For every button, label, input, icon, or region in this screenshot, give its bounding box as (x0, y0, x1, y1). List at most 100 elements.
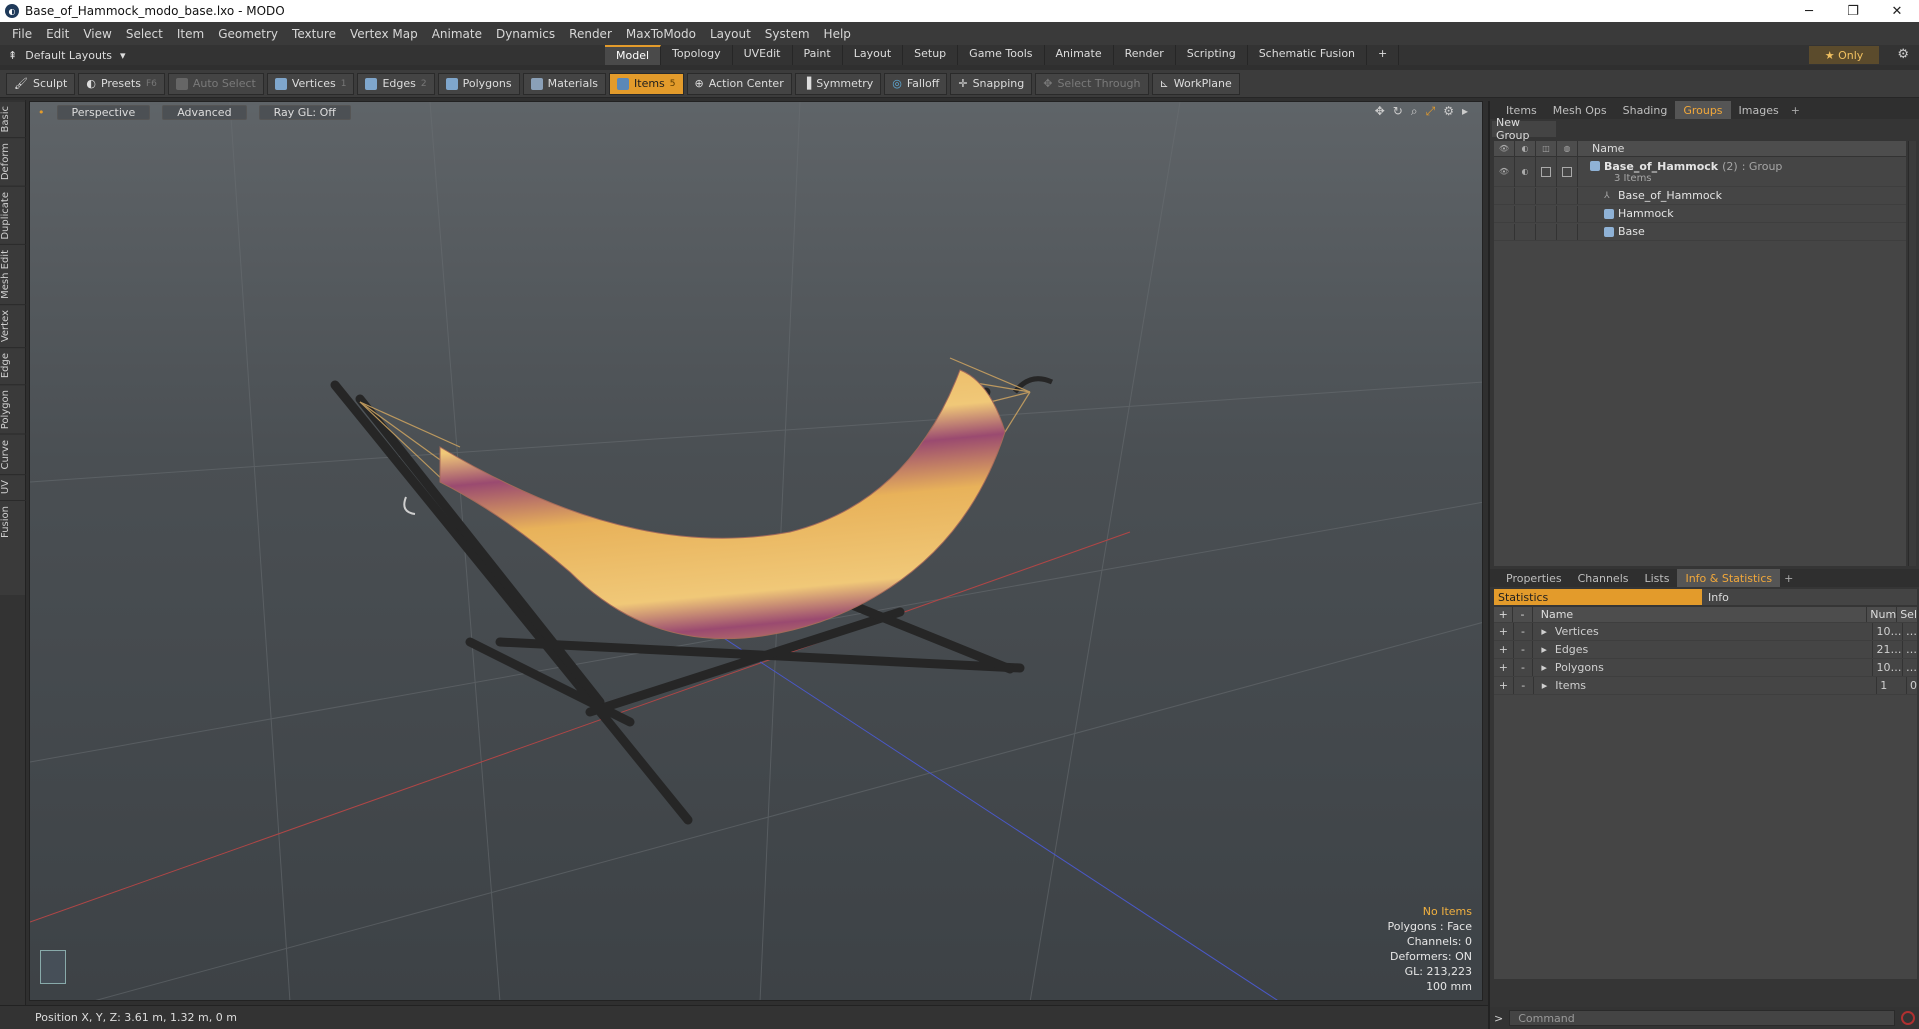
expand-arrow-icon[interactable]: ▸ (1542, 679, 1548, 692)
group-child-row[interactable]: Hammock (1494, 205, 1906, 223)
auto-select-button[interactable]: Auto Select (167, 72, 264, 95)
tab-setup[interactable]: Setup (903, 45, 959, 65)
tab-uv[interactable]: UV (0, 474, 26, 500)
plus-icon[interactable]: + (1494, 677, 1514, 694)
3d-viewport[interactable]: • Perspective Advanced Ray GL: Off ✥ ↻ ⌕… (29, 101, 1483, 1001)
select-column-icon[interactable]: ◍ (1557, 140, 1578, 157)
add-panel-tab-icon[interactable]: + (1787, 104, 1804, 117)
plus-icon[interactable]: + (1494, 623, 1514, 640)
tab-mesh-edit[interactable]: Mesh Edit (0, 244, 26, 305)
stop-icon[interactable] (1901, 1011, 1916, 1025)
render-column-icon[interactable]: ◐ (1515, 140, 1536, 157)
pan-icon[interactable]: ✥ (1375, 104, 1385, 119)
groups-scrollbar[interactable] (1908, 141, 1916, 566)
minus-icon[interactable]: - (1514, 659, 1534, 676)
table-row[interactable]: + - ▸ Vertices 10… … (1494, 623, 1917, 641)
tab-animate[interactable]: Animate (1045, 45, 1114, 65)
tab-fusion[interactable]: Fusion (0, 499, 26, 543)
eye-icon[interactable]: 👁 (1494, 156, 1515, 187)
tab-duplicate[interactable]: Duplicate (0, 185, 26, 245)
menu-view[interactable]: View (83, 27, 111, 41)
expand-arrow-icon[interactable]: ▸ (1541, 625, 1547, 638)
table-row[interactable]: + - ▸ Polygons 10… … (1494, 659, 1917, 677)
perspective-button[interactable]: Perspective (56, 104, 151, 120)
menu-layout[interactable]: Layout (710, 27, 751, 41)
fit-icon[interactable]: ⤢ (1426, 104, 1436, 119)
snapping-button[interactable]: ✛ Snapping (950, 72, 1033, 95)
tab-groups[interactable]: Groups (1675, 101, 1731, 119)
new-group-button[interactable]: New Group (1492, 116, 1556, 142)
zoom-icon[interactable]: ⌕ (1411, 104, 1418, 119)
menu-file[interactable]: File (12, 27, 32, 41)
menu-dynamics[interactable]: Dynamics (496, 27, 555, 41)
tab-images[interactable]: Images (1731, 101, 1787, 119)
lock-toggle-icon[interactable] (1536, 156, 1557, 187)
action-center-button[interactable]: ⊕ Action Center (686, 72, 792, 95)
only-button[interactable]: ★ Only (1809, 46, 1879, 64)
menu-maxtomodo[interactable]: MaxToModo (626, 27, 696, 41)
edges-button[interactable]: Edges 2 (357, 72, 435, 95)
lock-column-icon[interactable]: ◫ (1536, 140, 1557, 157)
layout-selector[interactable]: ⇞ Default Layouts ▾ (8, 49, 128, 62)
viewport-gear-icon[interactable]: ⚙ (1443, 104, 1454, 119)
visibility-column-icon[interactable]: 👁 (1494, 140, 1515, 157)
maximize-button[interactable]: ❐ (1831, 4, 1875, 19)
advanced-button[interactable]: Advanced (162, 104, 247, 120)
tab-layout[interactable]: Layout (843, 45, 904, 65)
sculpt-button[interactable]: 🖌 Sculpt (6, 72, 76, 95)
menu-render[interactable]: Render (569, 27, 612, 41)
minimize-button[interactable]: ─ (1787, 4, 1831, 19)
menu-edit[interactable]: Edit (46, 27, 69, 41)
presets-button[interactable]: ◐ Presets F6 (78, 72, 165, 95)
menu-animate[interactable]: Animate (432, 27, 482, 41)
expand-all-icon[interactable]: + (1494, 607, 1514, 622)
tab-paint[interactable]: Paint (793, 45, 843, 65)
tab-schematic-fusion[interactable]: Schematic Fusion (1248, 45, 1368, 65)
polygons-button[interactable]: Polygons (437, 72, 520, 95)
tab-shading[interactable]: Shading (1615, 101, 1676, 119)
tab-deform[interactable]: Deform (0, 137, 26, 186)
expand-arrow-icon[interactable]: ▸ (1541, 661, 1547, 674)
rotate-icon[interactable]: ↻ (1393, 104, 1403, 119)
table-row[interactable]: + - ▸ Items 1 0 (1494, 677, 1917, 695)
group-child-row[interactable]: ⅄ Base_of_Hammock (1494, 187, 1906, 205)
tab-vertex[interactable]: Vertex (0, 304, 26, 348)
group-child-row[interactable]: Base (1494, 223, 1906, 241)
menu-texture[interactable]: Texture (292, 27, 336, 41)
tab-uvedit[interactable]: UVEdit (733, 45, 793, 65)
gear-icon[interactable]: ⚙ (1897, 47, 1909, 62)
group-row-root[interactable]: 👁 ◐ Base_of_Hammock (2) : Group 3 Items (1494, 156, 1906, 187)
tab-basic[interactable]: Basic (0, 100, 26, 138)
select-toggle-icon[interactable] (1557, 156, 1578, 187)
menu-system[interactable]: System (765, 27, 810, 41)
tab-model[interactable]: Model (605, 45, 662, 65)
menu-item[interactable]: Item (177, 27, 204, 41)
select-through-button[interactable]: ✥ Select Through (1035, 72, 1149, 95)
table-row[interactable]: + - ▸ Edges 21… … (1494, 641, 1917, 659)
statistics-tab[interactable]: Statistics (1494, 589, 1702, 605)
render-toggle-icon[interactable]: ◐ (1515, 156, 1536, 187)
minus-icon[interactable]: - (1514, 641, 1534, 658)
plus-icon[interactable]: + (1494, 641, 1514, 658)
tab-lists[interactable]: Lists (1637, 569, 1678, 587)
command-input[interactable]: Command (1509, 1010, 1896, 1026)
minus-icon[interactable]: - (1514, 677, 1534, 694)
tab-properties[interactable]: Properties (1498, 569, 1570, 587)
menu-select[interactable]: Select (126, 27, 163, 41)
raygl-button[interactable]: Ray GL: Off (258, 104, 351, 120)
tab-curve[interactable]: Curve (0, 433, 26, 475)
info-tab[interactable]: Info (1702, 589, 1917, 605)
collapse-all-icon[interactable]: - (1513, 607, 1533, 622)
tab-info-statistics[interactable]: Info & Statistics (1677, 569, 1781, 587)
tab-polygon[interactable]: Polygon (0, 383, 26, 434)
viewport-arrow-icon[interactable]: ▸ (1462, 104, 1468, 119)
menu-geometry[interactable]: Geometry (218, 27, 278, 41)
symmetry-button[interactable]: ▐ Symmetry (794, 72, 882, 95)
tab-topology[interactable]: Topology (661, 45, 733, 65)
tab-scripting[interactable]: Scripting (1176, 45, 1248, 65)
menu-vertex-map[interactable]: Vertex Map (350, 27, 418, 41)
close-button[interactable]: ✕ (1875, 4, 1919, 19)
items-button[interactable]: Items 5 (609, 72, 684, 95)
plus-icon[interactable]: + (1494, 659, 1514, 676)
add-panel-tab-icon[interactable]: + (1780, 572, 1797, 585)
